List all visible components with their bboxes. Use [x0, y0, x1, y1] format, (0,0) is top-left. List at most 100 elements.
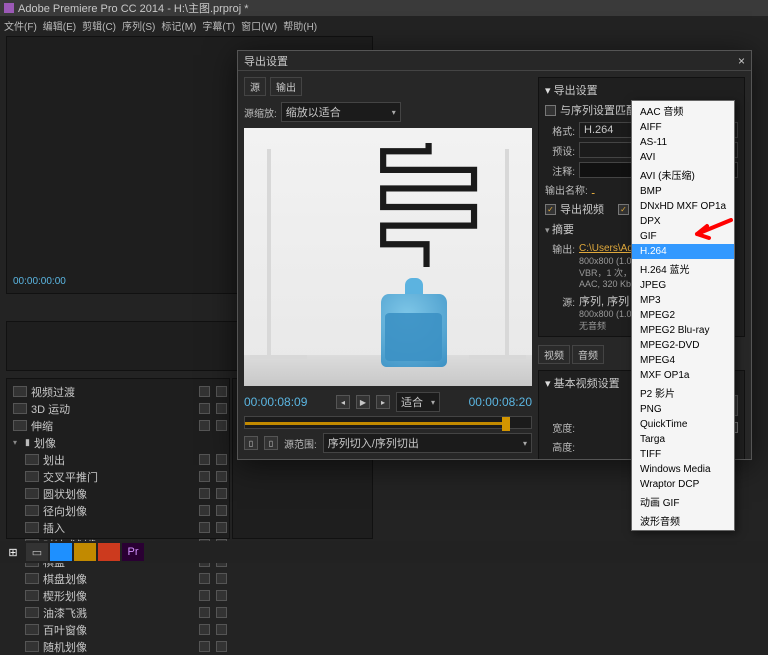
format-option[interactable]: MP3	[632, 293, 734, 308]
menu-edit[interactable]: 编辑(E)	[43, 18, 76, 33]
step-back-button[interactable]: ◂	[336, 395, 350, 409]
tab-audio[interactable]: 音频	[572, 345, 604, 364]
effect-row[interactable]: 楔形划像	[7, 587, 229, 604]
summary-out-label: 输出:	[545, 241, 575, 256]
menu-marker[interactable]: 标记(M)	[161, 18, 196, 33]
menu-bar[interactable]: 文件(F) 编辑(E) 剪辑(C) 序列(S) 标记(M) 字幕(T) 窗口(W…	[0, 16, 768, 34]
format-option[interactable]: 动画 GIF	[632, 492, 734, 511]
match-seq-checkbox[interactable]	[545, 105, 556, 116]
format-option[interactable]: QuickTime	[632, 417, 734, 432]
format-option[interactable]: PNG	[632, 402, 734, 417]
fps-label: 帧速率:	[545, 458, 578, 459]
export-settings-title: ▾ 导出设置	[545, 82, 738, 98]
format-option[interactable]: MPEG2-DVD	[632, 338, 734, 353]
format-option[interactable]: AIFF	[632, 120, 734, 135]
premiere-icon	[4, 3, 14, 13]
close-icon[interactable]: ×	[738, 54, 745, 68]
format-dropdown-list[interactable]: AAC 音频AIFFAS-11AVIAVI (未压缩)BMPDNxHD MXF …	[631, 100, 735, 531]
water-bottle-graphic	[376, 278, 451, 371]
format-option[interactable]: MPEG4	[632, 353, 734, 368]
range-label: 源范围:	[284, 436, 317, 451]
effect-row[interactable]: 3D 运动	[7, 400, 229, 417]
play-button[interactable]: ▶	[356, 395, 370, 409]
mark-out-button[interactable]: ▯	[264, 436, 278, 450]
heater-graphic	[371, 143, 486, 267]
format-label: 格式:	[545, 123, 575, 138]
menu-help[interactable]: 帮助(H)	[283, 18, 317, 33]
preset-label: 预设:	[545, 143, 575, 158]
start-button[interactable]: ⊞	[2, 543, 24, 561]
task-view-button[interactable]: ▭	[26, 543, 48, 561]
format-option[interactable]: Targa	[632, 432, 734, 447]
taskbar-app-1[interactable]	[50, 543, 72, 561]
scale-dropdown[interactable]: 缩放以适合	[281, 102, 401, 122]
format-option[interactable]: H.264	[632, 244, 734, 259]
tc-out: 00:00:08:20	[469, 395, 532, 409]
timeline-tc: 00:00:00:00	[13, 276, 66, 287]
tab-video[interactable]: 视频	[538, 345, 570, 364]
effects-panel: 视频过渡3D 运动伸缩▾▮划像划出交叉平推门圆状划像径向划像插入时钟式划像棋盘棋…	[6, 378, 230, 539]
height-label: 高度:	[545, 439, 575, 454]
tab-source[interactable]: 源	[244, 77, 266, 96]
fit-dropdown[interactable]: 适合	[396, 392, 440, 412]
menu-seq[interactable]: 序列(S)	[122, 18, 155, 33]
format-option[interactable]: H.264 蓝光	[632, 259, 734, 278]
format-option[interactable]: AAC 音频	[632, 101, 734, 120]
match-seq-label: 与序列设置匹配	[560, 102, 637, 118]
width-label: 宽度:	[545, 420, 575, 435]
effect-row[interactable]: 随机划像	[7, 638, 229, 655]
format-option[interactable]: MPEG2	[632, 308, 734, 323]
taskbar[interactable]: ⊞ ▭ Pr	[0, 541, 768, 563]
title-bar: Adobe Premiere Pro CC 2014 - H:\主图.prpro…	[0, 0, 768, 16]
format-option[interactable]: BMP	[632, 184, 734, 199]
export-preview-pane: 源 输出 源缩放: 缩放以适合	[238, 71, 538, 459]
effect-row[interactable]: 油漆飞溅	[7, 604, 229, 621]
format-option[interactable]: AVI	[632, 150, 734, 165]
menu-title[interactable]: 字幕(T)	[202, 18, 235, 33]
effect-row[interactable]: 划出	[7, 451, 229, 468]
taskbar-premiere[interactable]: Pr	[122, 543, 144, 561]
summary-src-label: 源:	[545, 294, 575, 309]
format-option[interactable]: MPEG2 Blu-ray	[632, 323, 734, 338]
effect-row[interactable]: 棋盘划像	[7, 570, 229, 587]
export-audio-checkbox[interactable]: ✓	[618, 204, 629, 215]
folder-row[interactable]: ▾▮划像	[7, 434, 229, 451]
effect-row[interactable]: 视频过渡	[7, 383, 229, 400]
format-option[interactable]: TIFF	[632, 447, 734, 462]
effect-row[interactable]: 插入	[7, 519, 229, 536]
format-option[interactable]: AS-11	[632, 135, 734, 150]
export-video-label: 导出视频	[560, 201, 604, 217]
export-dialog-title: 导出设置	[244, 53, 288, 69]
menu-file[interactable]: 文件(F)	[4, 18, 37, 33]
format-option[interactable]: 波形音频	[632, 511, 734, 530]
format-option[interactable]: JPEG	[632, 278, 734, 293]
step-fwd-button[interactable]: ▸	[376, 395, 390, 409]
export-video-checkbox[interactable]: ✓	[545, 204, 556, 215]
effect-row[interactable]: 圆状划像	[7, 485, 229, 502]
preview-canvas	[244, 128, 532, 386]
tab-output[interactable]: 输出	[270, 77, 302, 96]
comment-label: 注释:	[545, 163, 575, 178]
effect-row[interactable]: 百叶窗像	[7, 621, 229, 638]
range-dropdown[interactable]: 序列切入/序列切出	[323, 433, 532, 453]
effect-row[interactable]: 伸缩	[7, 417, 229, 434]
annotation-arrow	[693, 218, 733, 244]
menu-clip[interactable]: 剪辑(C)	[82, 18, 116, 33]
tc-in: 00:00:08:09	[244, 395, 307, 409]
mark-in-button[interactable]: ▯	[244, 436, 258, 450]
format-option[interactable]: Wraptor DCP	[632, 477, 734, 492]
menu-window[interactable]: 窗口(W)	[241, 18, 277, 33]
format-option[interactable]: P2 影片	[632, 383, 734, 402]
effect-row[interactable]: 交叉平推门	[7, 468, 229, 485]
taskbar-app-3[interactable]	[98, 543, 120, 561]
effect-row[interactable]: 径向划像	[7, 502, 229, 519]
format-option[interactable]: DNxHD MXF OP1a	[632, 199, 734, 214]
outname-label: 输出名称:	[545, 182, 588, 197]
scrubber[interactable]	[244, 416, 532, 429]
transport-bar: 00:00:08:09 ◂ ▶ ▸ 适合 00:00:08:20	[244, 392, 532, 412]
format-option[interactable]: Windows Media	[632, 462, 734, 477]
format-option[interactable]: MXF OP1a	[632, 368, 734, 383]
taskbar-app-2[interactable]	[74, 543, 96, 561]
export-dialog-title-bar: 导出设置 ×	[238, 51, 751, 71]
format-option[interactable]: AVI (未压缩)	[632, 165, 734, 184]
